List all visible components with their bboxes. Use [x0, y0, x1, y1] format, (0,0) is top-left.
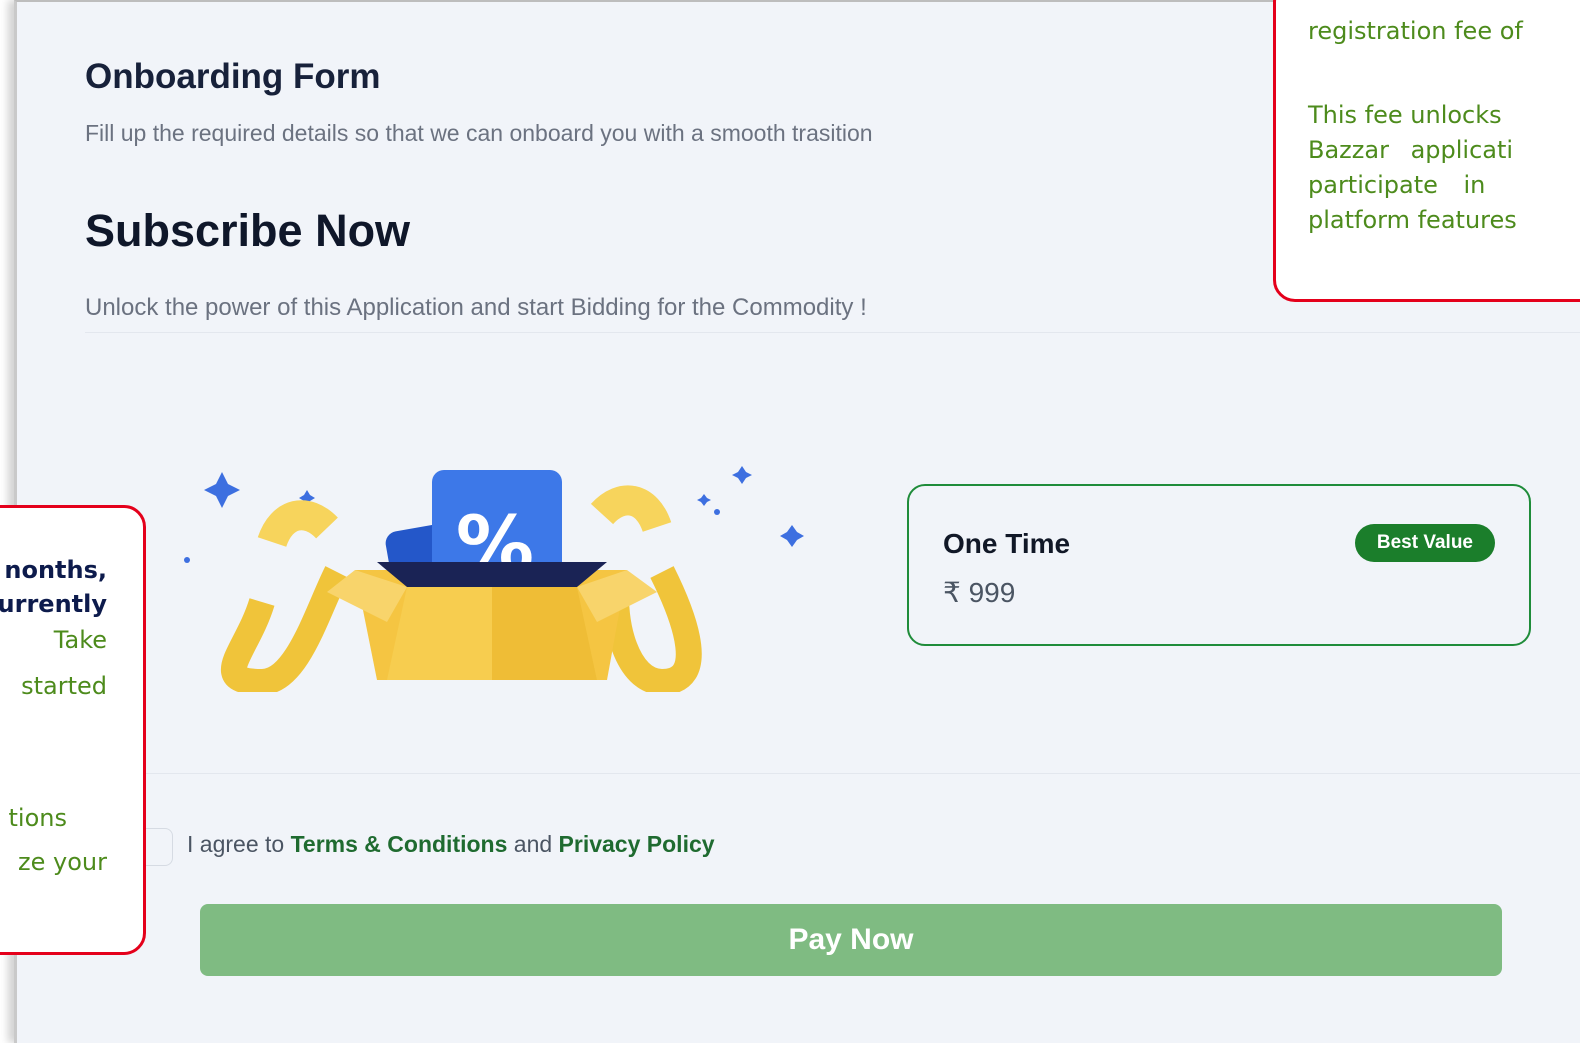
pay-now-button[interactable]: Pay Now	[200, 904, 1502, 976]
page-subtitle: Fill up the required details so that we …	[85, 120, 873, 146]
callout-line: This fee unlocks	[1308, 101, 1502, 129]
callout-left: nonths, urrently Take started tions ze y…	[0, 505, 146, 955]
callout-line: platform features	[1308, 206, 1517, 234]
plan-price: ₹ 999	[943, 577, 1016, 608]
callout-line: participate in	[1308, 171, 1486, 199]
callout-line: urrently	[0, 590, 107, 618]
privacy-link[interactable]: Privacy Policy	[559, 831, 715, 857]
plan-name: One Time	[943, 528, 1071, 559]
callout-line: registration fee of	[1308, 17, 1523, 45]
plan-option-card[interactable]: One Time ₹ 999 Best Value	[907, 484, 1531, 646]
gift-box-discount-icon: %	[184, 466, 804, 692]
agreement-text: I agree to Terms & Conditions and Privac…	[187, 831, 715, 858]
callout-line: tions	[8, 804, 67, 832]
agreement-and: and	[513, 831, 553, 857]
callout-line: Take	[53, 626, 107, 654]
subscribe-heading: Subscribe Now	[85, 205, 411, 256]
terms-link[interactable]: Terms & Conditions	[291, 831, 508, 857]
callout-line: Bazzar applicati	[1308, 136, 1514, 164]
callout-line: ze your	[18, 848, 107, 876]
callout-top-right: registration fee of This fee unlocks Baz…	[1273, 0, 1580, 302]
best-value-badge: Best Value	[1354, 524, 1495, 562]
subscribe-description: Unlock the power of this Application and…	[85, 294, 867, 321]
callout-line: nonths,	[4, 556, 107, 584]
page-title: Onboarding Form	[85, 57, 381, 96]
callout-line: started	[21, 672, 107, 700]
agreement-prefix: I agree to	[187, 831, 285, 857]
